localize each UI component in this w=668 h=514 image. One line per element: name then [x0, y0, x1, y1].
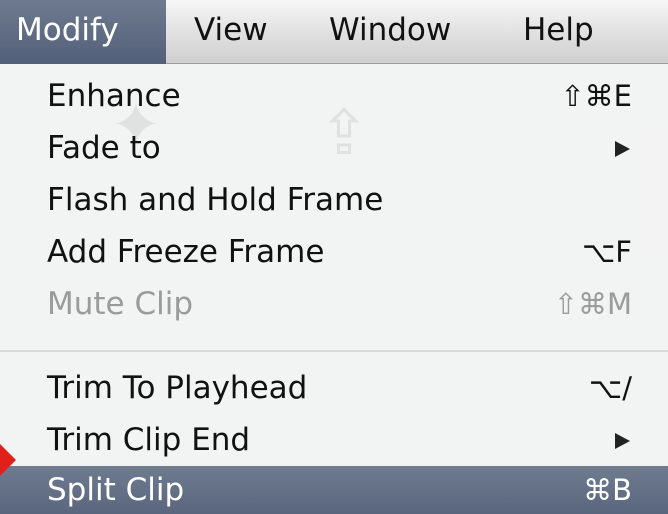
menu-item-shortcut: ⌥F	[581, 235, 632, 269]
menu-item-trim-to-playhead[interactable]: Trim To Playhead ⌥/	[0, 362, 668, 414]
menu-item-label: Add Freeze Frame	[47, 234, 325, 270]
menubar-help[interactable]: Help	[523, 0, 594, 64]
menu-item-label: Enhance	[47, 78, 181, 114]
menubar-view[interactable]: View	[194, 0, 268, 64]
menu-item-mute-clip: Mute Clip ⇧⌘M	[0, 278, 668, 330]
menubar-modify[interactable]: Modify	[0, 0, 166, 64]
modify-menu: ✦ ⇪ Enhance ⇧⌘E Fade to Flash and Hold F…	[0, 64, 668, 514]
menu-item-trim-clip-end[interactable]: Trim Clip End	[0, 414, 668, 466]
menu-item-label: Mute Clip	[47, 286, 194, 322]
menu-item-shortcut: ⇧⌘M	[553, 287, 632, 321]
submenu-arrow-icon	[615, 433, 630, 449]
screenshot-root: Modify View Window Help ✦ ⇪ Enhance ⇧⌘E …	[0, 0, 668, 514]
menu-item-split-clip[interactable]: Split Clip ⌘B	[0, 466, 668, 514]
menu-item-label: Trim To Playhead	[47, 370, 308, 406]
red-pointer-arrow-icon	[0, 444, 16, 476]
menu-item-label: Trim Clip End	[47, 422, 251, 458]
menu-separator	[0, 350, 668, 352]
menu-item-flash-and-hold-frame[interactable]: Flash and Hold Frame	[0, 174, 668, 226]
menu-bar: Modify View Window Help	[0, 0, 668, 64]
menu-item-label: Flash and Hold Frame	[47, 182, 384, 218]
submenu-arrow-icon	[615, 141, 630, 157]
menu-item-shortcut: ⌘B	[583, 473, 632, 507]
menu-item-add-freeze-frame[interactable]: Add Freeze Frame ⌥F	[0, 226, 668, 278]
menu-item-shortcut: ⇧⌘E	[560, 79, 632, 113]
menu-item-label: Fade to	[47, 130, 161, 166]
menu-item-fade-to[interactable]: Fade to	[0, 122, 668, 174]
menu-item-enhance[interactable]: Enhance ⇧⌘E	[0, 70, 668, 122]
menu-item-shortcut: ⌥/	[588, 371, 632, 405]
menu-item-label: Split Clip	[47, 472, 185, 508]
menubar-window[interactable]: Window	[329, 0, 451, 64]
